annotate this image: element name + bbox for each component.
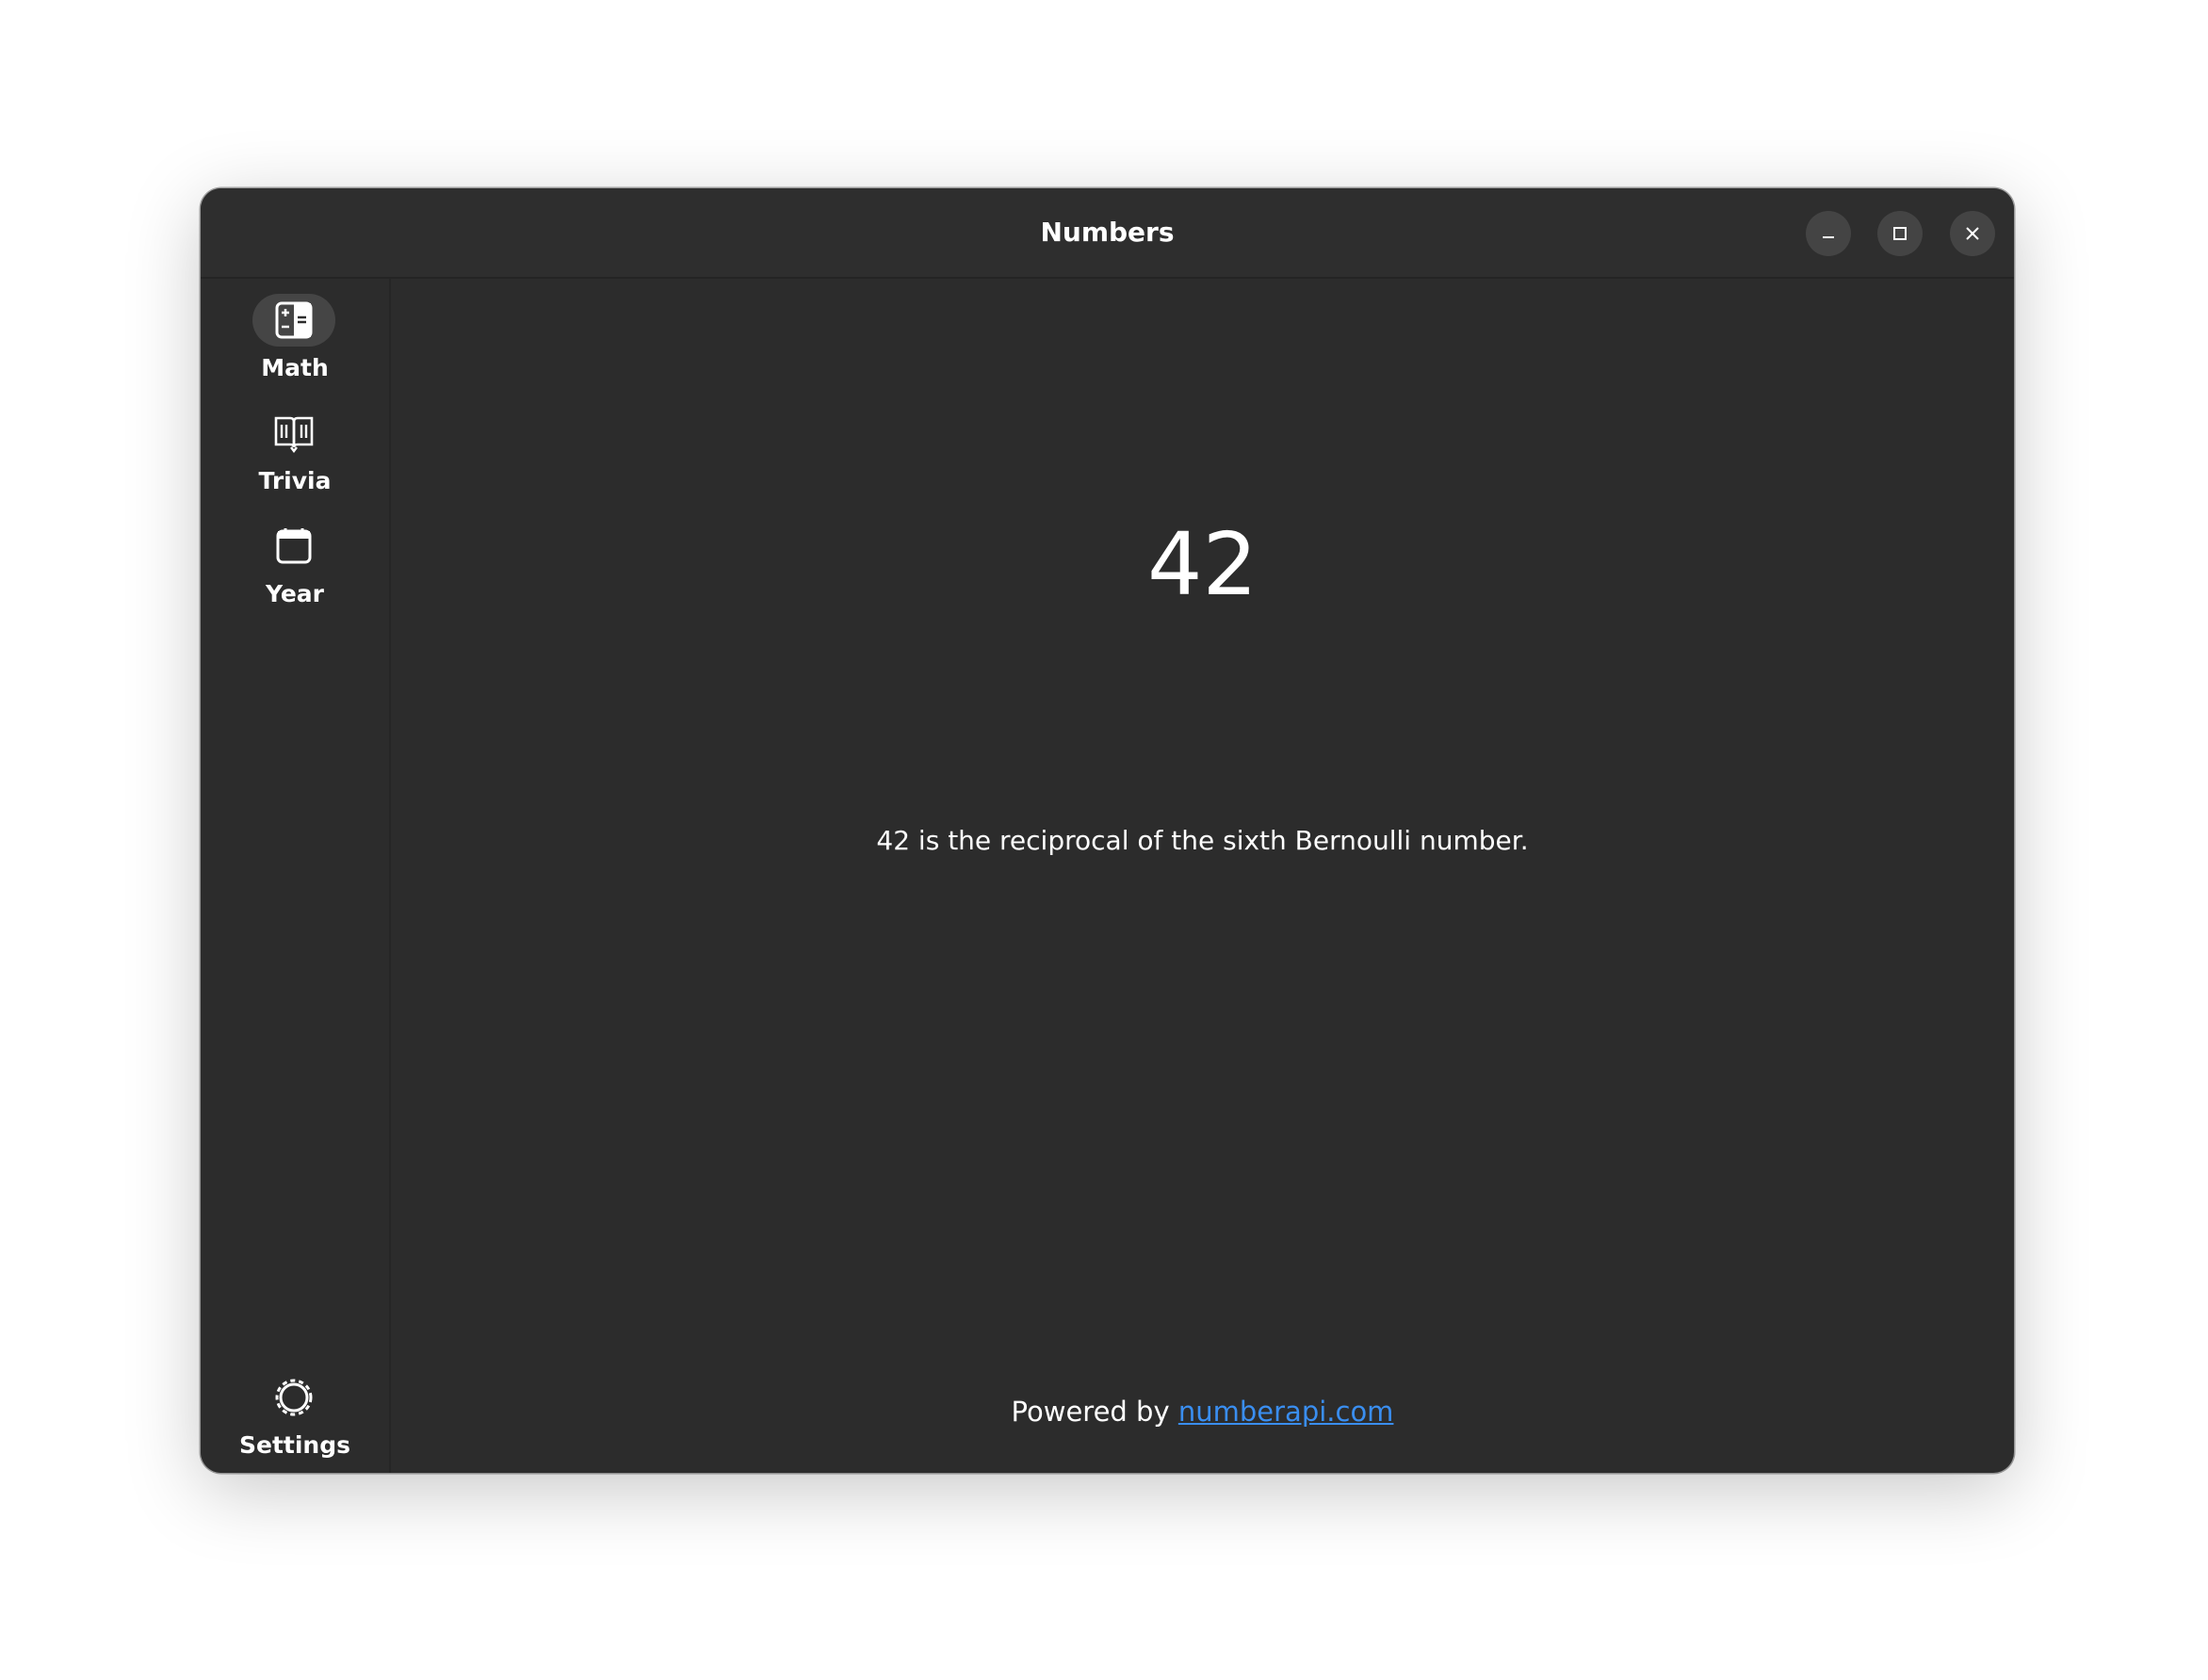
sidebar-item-settings[interactable]: Settings (201, 1364, 389, 1467)
app-window: Numbers Math Trivia Year Settings 42 42 … (201, 188, 2014, 1473)
calendar-icon (276, 528, 312, 564)
footer-prefix: Powered by (1011, 1396, 1178, 1428)
main-content: 42 42 is the reciprocal of the sixth Ber… (391, 279, 2014, 1473)
sidebar-item-label: Math (261, 354, 329, 381)
maximize-button[interactable] (1877, 211, 1923, 256)
window-title: Numbers (1040, 217, 1175, 248)
powered-by-footer: Powered by numberapi.com (391, 1396, 2014, 1428)
number-display: 42 (1146, 514, 1258, 615)
minimize-icon (1823, 236, 1834, 238)
sidebar-item-year[interactable]: Year (201, 512, 389, 616)
minimize-button[interactable] (1806, 211, 1851, 256)
sidebar-item-math[interactable]: Math (201, 286, 389, 390)
sidebar-item-label: Year (266, 580, 324, 607)
sidebar-item-label: Settings (238, 1431, 350, 1459)
numberapi-link[interactable]: numberapi.com (1178, 1396, 1394, 1428)
book-icon (274, 416, 314, 453)
maximize-icon (1893, 227, 1907, 240)
close-icon (1966, 227, 1979, 240)
calculator-icon (275, 301, 313, 339)
gear-icon (275, 1379, 313, 1416)
sidebar-item-trivia[interactable]: Trivia (201, 399, 389, 503)
title-bar[interactable]: Numbers (201, 188, 2014, 279)
close-button[interactable] (1950, 211, 1995, 256)
number-fact: 42 is the reciprocal of the sixth Bernou… (876, 825, 1529, 856)
sidebar-item-label: Trivia (258, 467, 332, 494)
sidebar: Math Trivia Year Settings (201, 279, 391, 1473)
